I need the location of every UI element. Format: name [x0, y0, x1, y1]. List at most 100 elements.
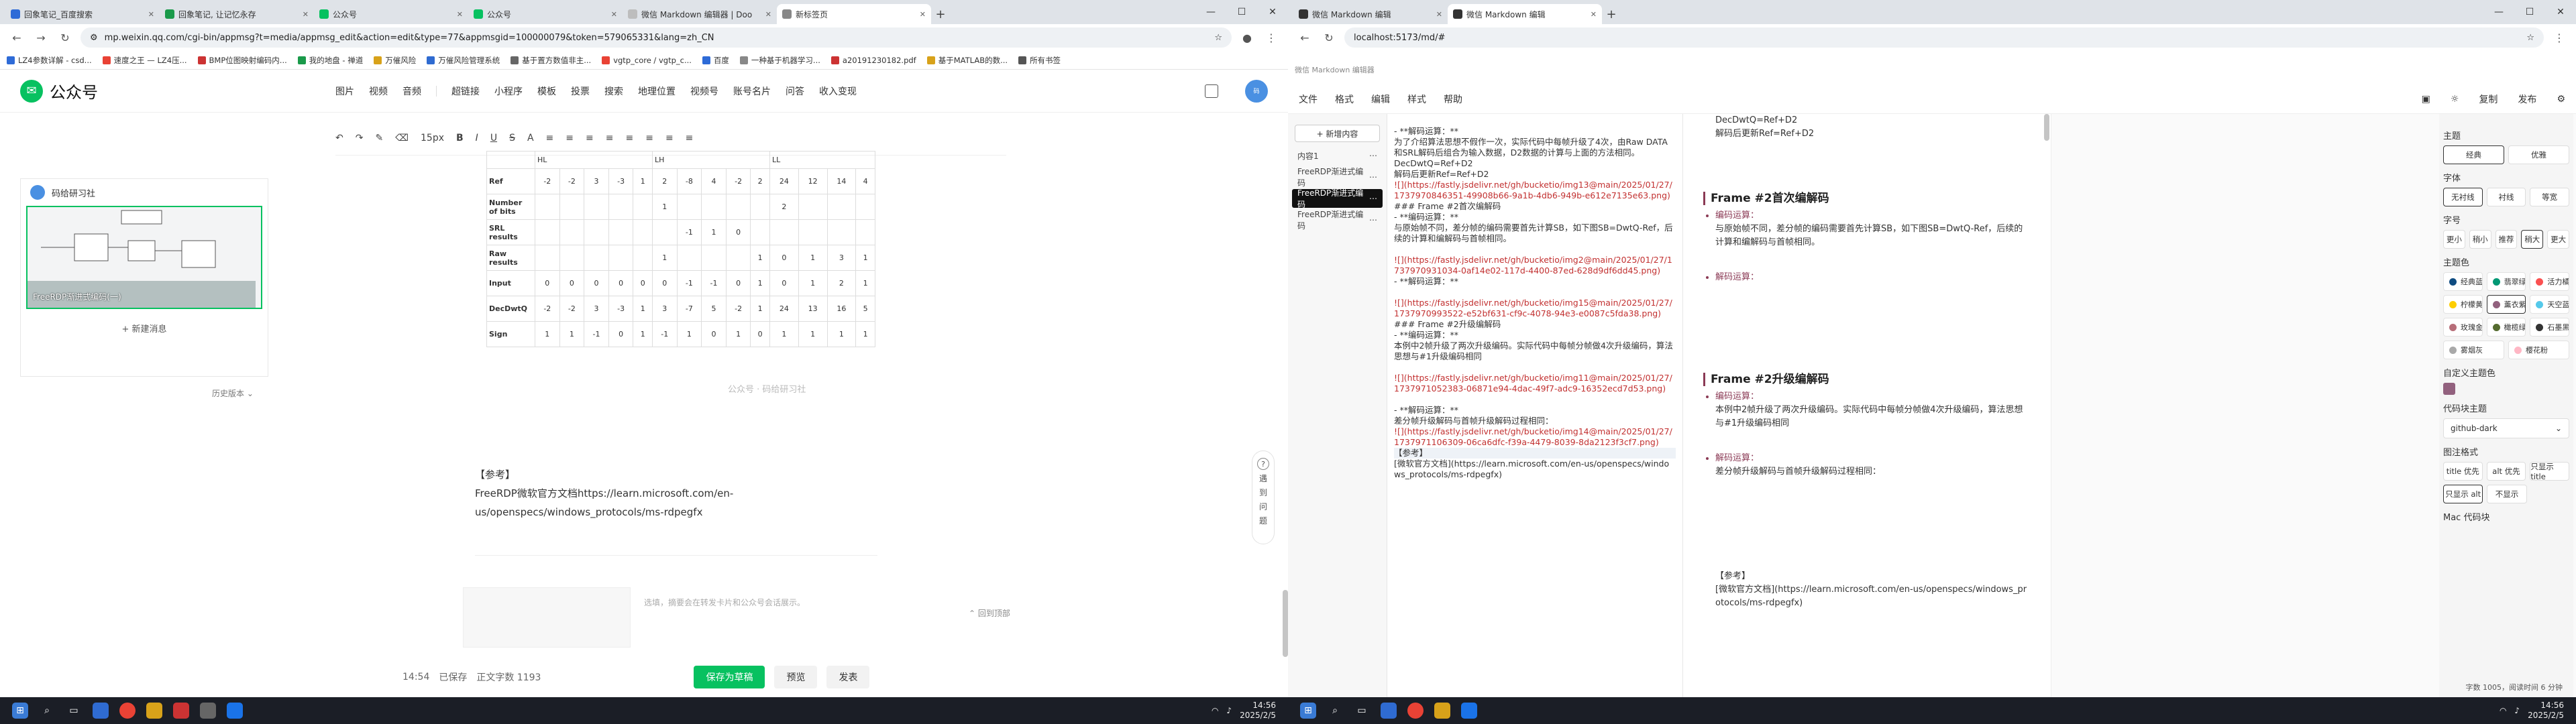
theme-color-option[interactable]: 天空蓝: [2530, 295, 2570, 314]
table-icon[interactable]: ≡: [645, 133, 653, 143]
volume-icon[interactable]: ♪: [1226, 706, 1232, 715]
summary-input[interactable]: 选填，摘要会在转发卡片和公众号会话展示。: [644, 587, 805, 648]
editor-line[interactable]: 为了介绍算法思想不假作一次，实际代码中每帧升级了4次，由Raw DATA和SRL…: [1394, 137, 1676, 158]
tab-close-icon[interactable]: ✕: [303, 10, 309, 19]
doc-list-item[interactable]: FreeRDP渐进式编码 ⋯: [1292, 188, 1383, 209]
editor-line[interactable]: DecDwtQ=Ref+D2: [1394, 158, 1676, 169]
app-icon[interactable]: [1381, 703, 1397, 719]
tab-close-icon[interactable]: ✕: [1591, 10, 1597, 19]
code-theme-select[interactable]: github-dark ⌄: [2443, 418, 2569, 438]
toolbar-item[interactable]: I: [476, 133, 478, 143]
maximize-icon[interactable]: ☐: [2514, 7, 2545, 17]
minimize-icon[interactable]: —: [2483, 7, 2514, 17]
insert-nav-item[interactable]: 模板: [537, 84, 556, 98]
publish-button[interactable]: 发布: [2518, 93, 2536, 106]
markdown-editor[interactable]: - **解码运算：** 为了介绍算法思想不假作一次，实际代码中每帧升级了4次，由R…: [1387, 114, 1682, 697]
editor-line[interactable]: 本例中2帧升级了两次升级编码。实际代码中每帧分帧做4次升级编码，算法思想与#1升…: [1394, 341, 1676, 362]
site-info-icon[interactable]: ⚙: [90, 33, 98, 43]
copy-button[interactable]: 复制: [2479, 93, 2498, 106]
toolbar-item[interactable]: U: [490, 133, 497, 143]
minimize-icon[interactable]: —: [1195, 7, 1226, 17]
start-icon[interactable]: ⊞: [1300, 703, 1316, 719]
profile-icon[interactable]: ●: [1238, 32, 1256, 44]
theme-color-option[interactable]: 经典蓝: [2443, 272, 2483, 291]
back-icon[interactable]: ←: [8, 32, 25, 44]
format-painter-icon[interactable]: ✎: [375, 133, 383, 143]
editor-line[interactable]: [1394, 394, 1676, 405]
start-icon[interactable]: ⊞: [12, 703, 28, 719]
app-icon[interactable]: [1434, 703, 1450, 719]
option-button[interactable]: 只显示 title: [2530, 462, 2570, 481]
editor-line[interactable]: 与原始帧不同，差分帧的编码需要首先计算SB，如下图SB=DwtQ-Ref，后续的…: [1394, 223, 1676, 244]
url-input[interactable]: localhost:5173/md/# ☆: [1344, 27, 2544, 48]
help-button[interactable]: ? 遇到问题: [1252, 450, 1275, 544]
option-button[interactable]: 更小: [2443, 230, 2465, 249]
insert-nav-item[interactable]: 小程序: [494, 84, 523, 98]
theme-color-option[interactable]: 翡翠绿: [2486, 272, 2526, 291]
back-to-top[interactable]: ⌃ 回到顶部: [969, 607, 1010, 619]
editor-line[interactable]: - **编码运算：**: [1394, 330, 1676, 341]
editor-line[interactable]: - **编码运算：**: [1394, 212, 1676, 223]
article-content[interactable]: HL LH LL Ref -2 -2 3 -3 1 2 -8 4 -2 2 24 12 14 4 Number of…: [470, 151, 892, 399]
insert-nav-item[interactable]: 图片: [335, 84, 354, 98]
maximize-icon[interactable]: ☐: [1226, 7, 1257, 17]
app-icon[interactable]: [146, 703, 162, 719]
bookmark-item[interactable]: 百度: [702, 55, 729, 66]
toolbar-item[interactable]: 15px: [421, 133, 444, 143]
bookmark-item[interactable]: 万催风险管理系统: [427, 55, 500, 66]
editor-line[interactable]: ![](https://fastly.jsdelivr.net/gh/bucke…: [1394, 298, 1676, 319]
toolbar-item[interactable]: B: [456, 133, 464, 143]
cover-image[interactable]: [463, 587, 631, 648]
sidebar-toggle-icon[interactable]: ▣: [2422, 94, 2430, 105]
clock[interactable]: 14:56 2025/2/5: [1240, 701, 1276, 721]
bookmark-item[interactable]: 我的地盘 - 禅道: [297, 55, 363, 66]
reload-icon[interactable]: ↻: [1320, 32, 1338, 44]
browser-tab[interactable]: 公众号 ✕: [314, 4, 468, 24]
new-doc-button[interactable]: + 新增内容: [1295, 125, 1380, 142]
editor-line[interactable]: ![](https://fastly.jsdelivr.net/gh/bucke…: [1394, 255, 1676, 276]
editor-line[interactable]: ![](https://fastly.jsdelivr.net/gh/bucke…: [1394, 180, 1676, 201]
insert-nav-item[interactable]: 账号名片: [733, 84, 771, 98]
option-button[interactable]: 稍小: [2469, 230, 2491, 249]
doc-list-item[interactable]: FreeRDP渐进式编码 ⋯: [1292, 167, 1383, 188]
avatar[interactable]: 码: [1245, 79, 1268, 103]
clear-format-icon[interactable]: ⌫: [395, 133, 409, 143]
menu-item[interactable]: 样式: [1407, 93, 1426, 106]
settings-icon[interactable]: ⚙: [2557, 94, 2565, 105]
tab-close-icon[interactable]: ✕: [920, 10, 926, 19]
custom-color-swatch[interactable]: [2443, 383, 2455, 395]
theme-color-option[interactable]: 雾烟灰: [2443, 341, 2504, 359]
search-icon[interactable]: ⌕: [39, 703, 55, 719]
editor-line[interactable]: ### Frame #2升级编解码: [1394, 319, 1676, 330]
option-button[interactable]: 推荐: [2495, 230, 2518, 249]
bookmark-item[interactable]: 所有书签: [1018, 55, 1061, 66]
emoji-icon[interactable]: ≡: [686, 133, 694, 143]
insert-nav-item[interactable]: 收入变现: [819, 84, 857, 98]
editor-line[interactable]: [1394, 287, 1676, 298]
browser-tab[interactable]: 回象笔记_百度搜索 ✕: [5, 4, 160, 24]
tab-close-icon[interactable]: ✕: [611, 10, 617, 19]
chrome-icon[interactable]: [1407, 703, 1424, 719]
taskview-icon[interactable]: ▭: [1354, 703, 1370, 719]
editor-line[interactable]: [1394, 362, 1676, 373]
option-button[interactable]: 优雅: [2508, 145, 2569, 164]
menu-item[interactable]: 文件: [1299, 93, 1318, 106]
volume-icon[interactable]: ♪: [2514, 706, 2520, 715]
app-icon[interactable]: [227, 703, 243, 719]
option-button[interactable]: 无衬线: [2443, 188, 2483, 206]
menu-item[interactable]: 帮助: [1444, 93, 1462, 106]
bookmark-item[interactable]: 一种基于机器学习...: [739, 55, 820, 66]
option-button[interactable]: 更大: [2547, 230, 2569, 249]
new-message-button[interactable]: + 新建消息: [21, 309, 268, 347]
theme-color-option[interactable]: 柠檬黄: [2443, 295, 2483, 314]
close-icon[interactable]: ✕: [2545, 7, 2576, 17]
doc-list-item[interactable]: FreeRDP渐进式编码 ⋯: [1292, 210, 1383, 231]
taskview-icon[interactable]: ▭: [66, 703, 82, 719]
tab-close-icon[interactable]: ✕: [148, 10, 154, 19]
new-tab-button[interactable]: +: [1602, 4, 1621, 24]
browser-tab[interactable]: 公众号 ✕: [468, 4, 623, 24]
publish-button[interactable]: 发表: [826, 666, 870, 688]
app-icon[interactable]: [173, 703, 189, 719]
search-icon[interactable]: ⌕: [1327, 703, 1343, 719]
theme-color-option[interactable]: 活力橘: [2530, 272, 2570, 291]
